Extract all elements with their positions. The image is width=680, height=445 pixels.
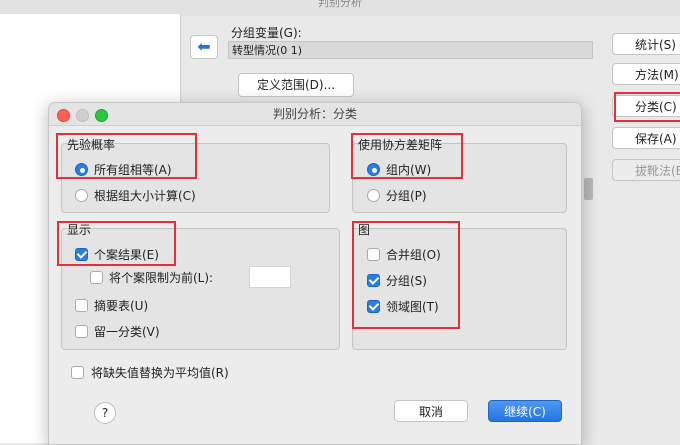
zoom-icon[interactable]: [95, 109, 108, 122]
separate-groups-radio[interactable]: [367, 189, 380, 202]
summary-table-checkbox[interactable]: [75, 299, 88, 312]
scrollbar-thumb[interactable]: [584, 178, 593, 200]
covariance-highlight-box: [351, 133, 463, 179]
group-variable-field[interactable]: 转型情况(0 1): [228, 41, 593, 59]
separate-groups-label: 分组(P): [386, 189, 427, 203]
help-icon: ?: [101, 406, 109, 420]
replace-missing-label: 将缺失值替换为平均值(R): [91, 366, 229, 380]
dialog-title: 判别分析：分类: [272, 107, 357, 121]
statistics-button[interactable]: 统计(S): [612, 33, 680, 55]
define-range-button[interactable]: 定义范围(D)...: [238, 73, 354, 97]
limit-cases-checkbox[interactable]: [90, 271, 103, 284]
method-button[interactable]: 方法(M): [612, 63, 680, 85]
limit-cases-label: 将个案限制为前(L):: [109, 271, 214, 285]
minimize-icon: [76, 109, 89, 122]
move-variable-button[interactable]: ⬅: [190, 35, 218, 59]
cancel-button[interactable]: 取消: [394, 400, 468, 422]
bootstrap-button: 拔靴法(B): [612, 159, 680, 181]
prior-highlight-box: [56, 133, 197, 179]
group-variable-label: 分组变量(G):: [231, 26, 302, 40]
prior-size-radio[interactable]: [75, 189, 88, 202]
arrow-left-icon: ⬅: [197, 37, 211, 56]
leave-one-out-checkbox[interactable]: [75, 325, 88, 338]
replace-missing-checkbox[interactable]: [71, 366, 84, 379]
leave-one-out-label: 留一分类(V): [94, 325, 160, 339]
continue-button[interactable]: 继续(C): [488, 400, 562, 422]
classification-dialog: 判别分析：分类 先验概率 所有组相等(A) 根据组大小计算(C) 使用协方差矩阵…: [48, 102, 582, 445]
display-highlight-box: [57, 221, 176, 266]
limit-cases-input[interactable]: [249, 266, 291, 288]
classify-button-highlight: [614, 92, 680, 122]
save-button[interactable]: 保存(A): [612, 127, 680, 149]
prior-size-label: 根据组大小计算(C): [94, 189, 196, 203]
summary-table-label: 摘要表(U): [94, 299, 149, 313]
help-button[interactable]: ?: [94, 402, 116, 424]
dialog-titlebar: 判别分析：分类: [49, 103, 581, 126]
close-icon[interactable]: [57, 109, 70, 122]
plots-highlight-box: [352, 221, 460, 329]
